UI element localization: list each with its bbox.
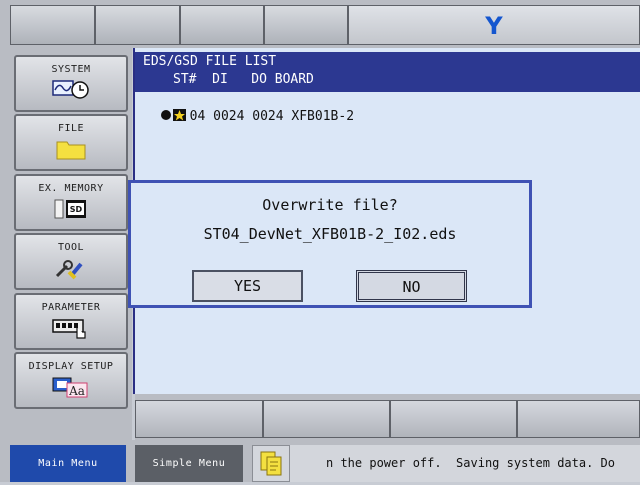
function-key-3[interactable]	[390, 400, 517, 438]
overwrite-dialog: Overwrite file? ST04_DevNet_XFB01B-2_I02…	[128, 180, 532, 308]
menu-parameter-button[interactable]: PARAMETER	[14, 293, 128, 350]
status-message: n the power off. Saving system data. Do	[290, 445, 640, 482]
simple-menu-button[interactable]: Simple Menu	[135, 445, 243, 482]
sd-card-icon: SD	[54, 199, 86, 219]
display-font-icon: Aa	[52, 377, 88, 398]
top-button-3[interactable]	[180, 5, 264, 45]
main-menu-button[interactable]: Main Menu	[10, 445, 126, 482]
top-title: Y	[348, 5, 640, 45]
dialog-question: Overwrite file?	[262, 196, 398, 214]
svg-text:SD: SD	[70, 205, 83, 214]
parameter-keypad-icon	[52, 319, 86, 339]
menu-system-label: SYSTEM	[51, 64, 91, 75]
function-key-2[interactable]	[263, 400, 390, 438]
menu-tool-button[interactable]: TOOL	[14, 233, 128, 290]
top-button-1[interactable]	[10, 5, 95, 45]
menu-ex-memory-label: EX. MEMORY	[38, 183, 104, 194]
menu-ex-memory-button[interactable]: EX. MEMORY SD	[14, 174, 128, 231]
yes-button[interactable]: YES	[192, 270, 303, 302]
status-markers-icon	[160, 109, 186, 121]
top-button-4[interactable]	[264, 5, 348, 45]
menu-parameter-label: PARAMETER	[41, 302, 101, 313]
menu-tool-label: TOOL	[57, 242, 85, 253]
menu-display-setup-button[interactable]: DISPLAY SETUP Aa	[14, 352, 128, 409]
menu-display-setup-label: DISPLAY SETUP	[28, 361, 114, 372]
menu-file-button[interactable]: FILE	[14, 114, 128, 171]
no-button[interactable]: NO	[356, 270, 467, 302]
file-copy-icon	[260, 451, 282, 476]
status-file-icon-button[interactable]	[252, 445, 290, 482]
file-list-columns: ST# DI DO BOARD	[173, 72, 314, 87]
top-button-2[interactable]	[95, 5, 180, 45]
folder-icon	[56, 141, 86, 160]
function-key-1[interactable]	[135, 400, 263, 438]
file-list-row[interactable]: 04 0024 0024 XFB01B-2	[144, 93, 354, 124]
menu-file-label: FILE	[57, 123, 85, 134]
waveform-clock-icon	[52, 80, 89, 99]
dialog-filename: ST04_DevNet_XFB01B-2_I02.eds	[203, 225, 457, 243]
wrench-tools-icon	[55, 260, 83, 280]
file-list-header: EDS/GSD FILE LIST ST# DI DO BOARD	[135, 52, 640, 92]
file-list-title: EDS/GSD FILE LIST	[143, 54, 277, 69]
menu-system-button[interactable]: SYSTEM	[14, 55, 128, 112]
svg-text:Aa: Aa	[68, 384, 85, 398]
file-list-row-text: 04 0024 0024 XFB01B-2	[189, 109, 355, 124]
function-key-4[interactable]	[517, 400, 640, 438]
